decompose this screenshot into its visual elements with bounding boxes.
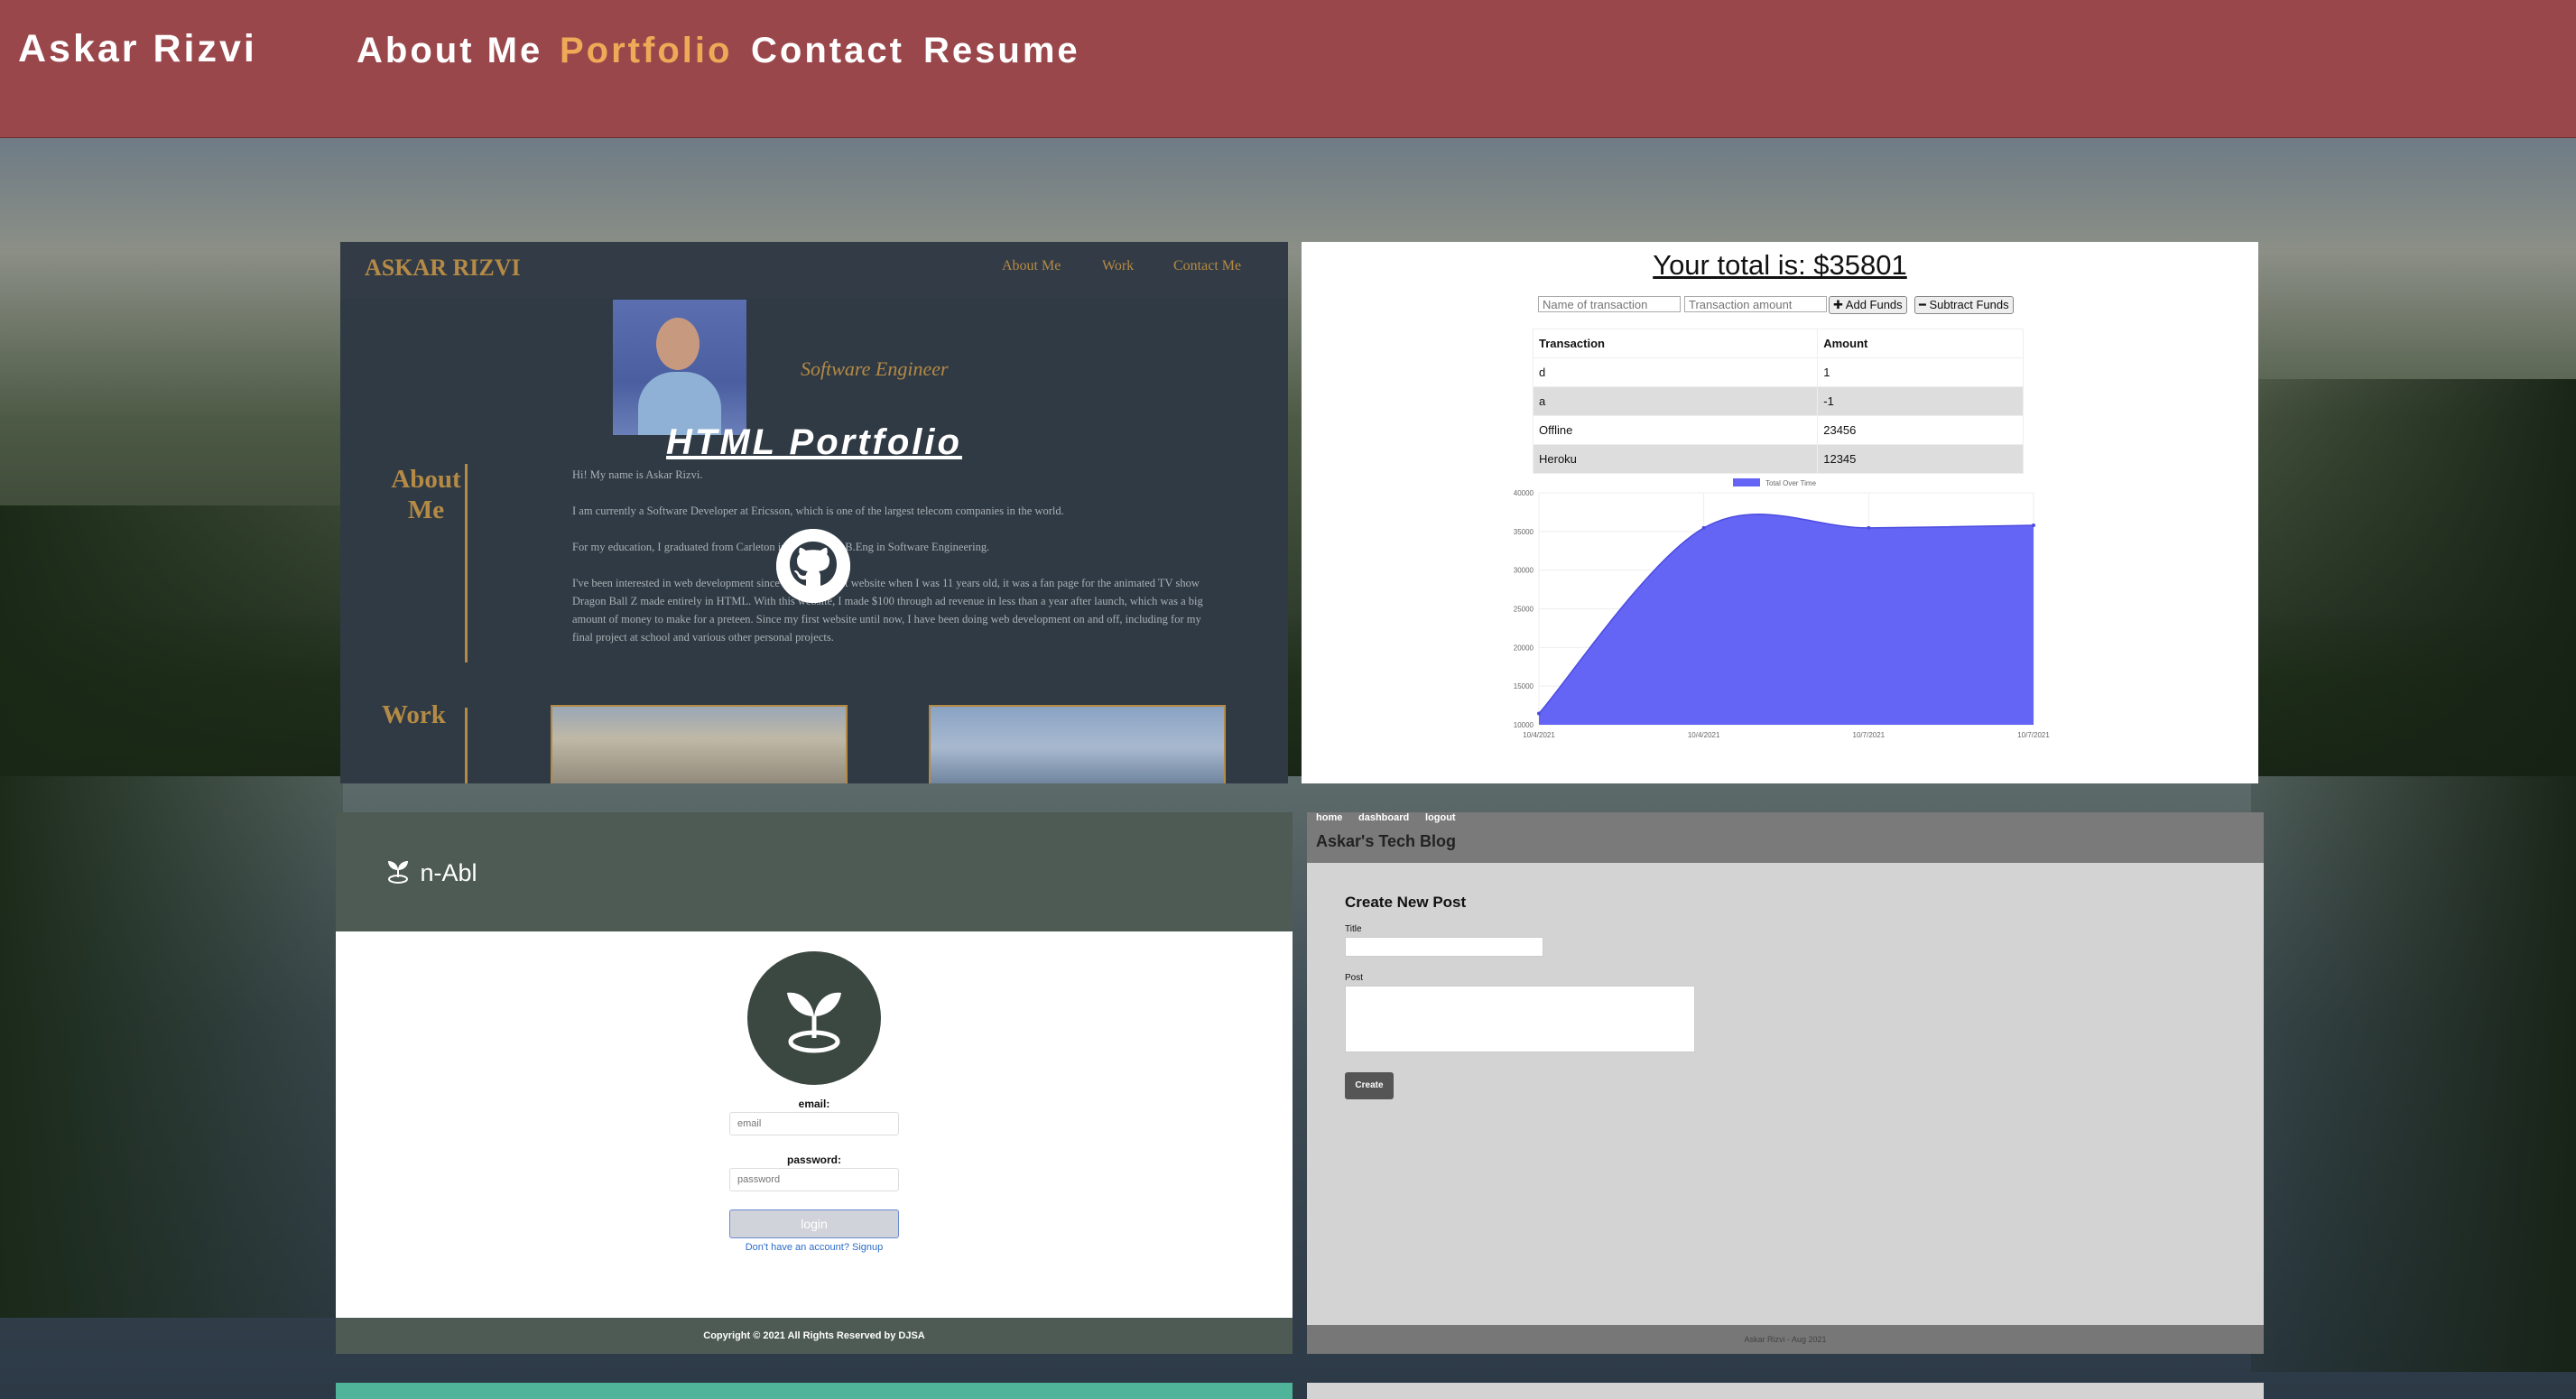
total-over-time-chart: 10000 15000 20000 25000 30000 35000 40000 10/4/… — [1514, 478, 2050, 739]
role-subtitle: Software Engineer — [801, 357, 949, 380]
app-logo-text: n-Abl — [420, 859, 477, 886]
blog-nav-dashboard[interactable]: dashboard — [1358, 812, 1409, 823]
site-nav-about: About Me — [1002, 258, 1061, 273]
profile-photo — [613, 300, 746, 435]
signup-link[interactable]: Don't have an account? Signup — [336, 1242, 1293, 1253]
background-treeline-right — [2251, 379, 2576, 1372]
post-body-textarea[interactable] — [1345, 986, 1695, 1052]
y-tick-label: 10000 — [1514, 721, 1534, 729]
site-brand: ASKAR RIZVI — [365, 255, 521, 281]
work-divider — [465, 708, 468, 783]
github-icon[interactable] — [776, 529, 850, 603]
email-field[interactable] — [729, 1112, 899, 1135]
project-card-html-portfolio[interactable]: ASKAR RIZVI About Me Work Contact Me Sof… — [340, 242, 1288, 783]
project-card-partial[interactable] — [336, 1383, 1293, 1399]
about-heading: About Me — [376, 464, 476, 525]
app-footer: Copyright © 2021 All Rights Reserved by … — [336, 1318, 1293, 1354]
project-card-n-abl[interactable]: n-Abl email: password: login Don't have … — [336, 812, 1293, 1354]
data-point — [1701, 525, 1706, 530]
data-point — [2032, 523, 2035, 527]
top-navbar: Askar Rizvi About Me Portfolio Contact R… — [0, 0, 2576, 138]
data-point — [1867, 525, 1871, 530]
email-label: email: — [798, 1098, 830, 1110]
password-field[interactable] — [729, 1168, 899, 1191]
about-divider — [465, 464, 468, 662]
post-label: Post — [1345, 973, 1364, 983]
blog-footer: Askar Rizvi - Aug 2021 — [1307, 1325, 2264, 1354]
brand-name[interactable]: Askar Rizvi — [18, 27, 257, 71]
x-tick-label: 10/7/2021 — [2017, 731, 2050, 739]
post-title-input[interactable] — [1345, 937, 1543, 957]
y-tick-label: 40000 — [1514, 489, 1534, 497]
blog-nav-logout[interactable]: logout — [1425, 812, 1456, 823]
app-header: n-Abl — [336, 812, 1293, 931]
work-thumbnail — [551, 705, 848, 783]
y-tick-label: 20000 — [1514, 644, 1534, 652]
sprout-icon — [747, 951, 881, 1085]
sprout-icon — [388, 861, 408, 884]
about-paragraph: For my education, I graduated from Carle… — [572, 541, 990, 553]
card-overlay-title[interactable]: HTML Portfolio — [340, 422, 1288, 463]
project-card-tech-blog[interactable]: home dashboard logout Askar's Tech Blog … — [1307, 812, 2264, 1354]
password-label: password: — [786, 1153, 841, 1166]
nav-resume[interactable]: Resume — [923, 31, 1080, 71]
title-label: Title — [1345, 924, 1362, 934]
blog-nav-home[interactable]: home — [1316, 812, 1342, 823]
y-tick-label: 30000 — [1514, 567, 1534, 575]
background-treeline-left — [0, 505, 343, 1318]
data-point — [1537, 711, 1541, 716]
about-heading-line1: About — [391, 465, 461, 494]
project-card-partial[interactable] — [1307, 1383, 2264, 1399]
nav-portfolio[interactable]: Portfolio — [560, 31, 732, 71]
profile-photo-face — [656, 318, 700, 370]
area-series-total-over-time — [1539, 514, 2034, 725]
about-text: Hi! My name is Askar Rizvi. I am current… — [572, 466, 1222, 664]
work-thumbnail — [929, 705, 1226, 783]
site-nav-contact: Contact Me — [1173, 258, 1242, 273]
x-tick-label: 10/4/2021 — [1523, 731, 1555, 739]
work-heading: Work — [382, 700, 446, 729]
about-paragraph: Hi! My name is Askar Rizvi. — [572, 468, 703, 481]
site-header: ASKAR RIZVI About Me Work Contact Me — [340, 242, 1288, 298]
y-tick-label: 25000 — [1514, 606, 1534, 614]
about-paragraph: I am currently a Software Developer at E… — [572, 505, 1064, 517]
about-paragraph: I've been interested in web development … — [572, 577, 1203, 644]
login-button[interactable]: login — [729, 1209, 899, 1238]
blog-title: Askar's Tech Blog — [1316, 832, 1456, 850]
nav-about-me[interactable]: About Me — [357, 31, 542, 71]
y-tick-label: 15000 — [1514, 682, 1534, 690]
about-heading-line2: Me — [407, 496, 445, 524]
project-card-budget-tracker[interactable]: Your total is: $35801 ✚ Add Funds ━ Subt… — [1302, 242, 2258, 783]
y-tick-label: 35000 — [1514, 528, 1534, 536]
create-button[interactable]: Create — [1345, 1072, 1394, 1099]
blog-header: home dashboard logout Askar's Tech Blog — [1307, 812, 2264, 863]
x-tick-label: 10/7/2021 — [1853, 731, 1886, 739]
nav-contact[interactable]: Contact — [751, 31, 904, 71]
legend-swatch — [1733, 478, 1760, 486]
create-post-heading: Create New Post — [1345, 894, 1467, 911]
app-logo: n-Abl — [383, 857, 477, 887]
x-tick-label: 10/4/2021 — [1688, 731, 1720, 739]
site-nav-work: Work — [1102, 258, 1135, 273]
legend-label: Total Over Time — [1765, 479, 1817, 487]
